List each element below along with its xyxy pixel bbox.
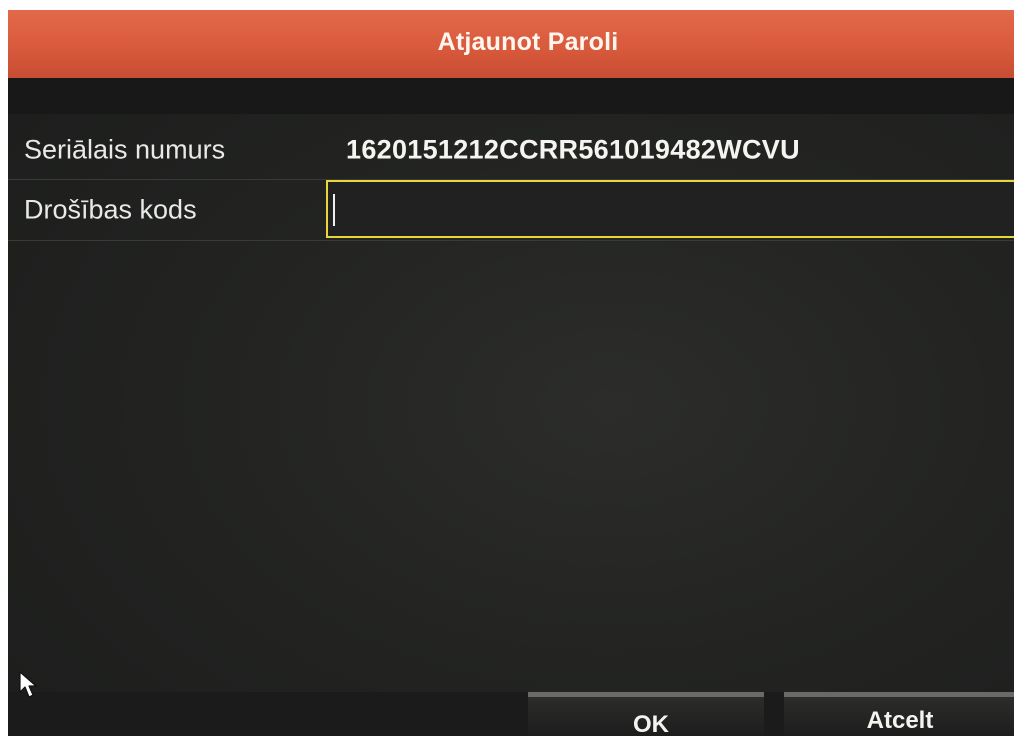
text-caret bbox=[333, 194, 335, 226]
ok-button[interactable]: OK bbox=[528, 692, 764, 738]
photo-border-left bbox=[0, 0, 8, 736]
serial-number-row: Seriālais numurs 1620151212CCRR561019482… bbox=[8, 121, 1014, 180]
header-separator bbox=[8, 78, 1014, 114]
dvr-screen: Atjaunot Paroli Seriālais numurs 1620151… bbox=[0, 0, 1017, 738]
photo-border-top bbox=[0, 0, 1017, 10]
serial-number-label: Seriālais numurs bbox=[24, 134, 226, 165]
security-code-row: Drošības kods bbox=[8, 180, 1017, 241]
dialog-title: Atjaunot Paroli bbox=[437, 27, 619, 56]
dialog-title-bar: Atjaunot Paroli bbox=[8, 10, 1014, 78]
serial-number-value: 1620151212CCRR561019482WCVU bbox=[346, 134, 800, 165]
security-code-input[interactable] bbox=[326, 180, 1017, 238]
cancel-button[interactable]: Atcelt bbox=[784, 692, 1014, 736]
security-code-label: Drošības kods bbox=[24, 194, 197, 225]
cancel-button-label: Atcelt bbox=[866, 706, 934, 734]
mouse-pointer-icon bbox=[19, 671, 37, 698]
ok-button-label: OK bbox=[633, 710, 669, 738]
